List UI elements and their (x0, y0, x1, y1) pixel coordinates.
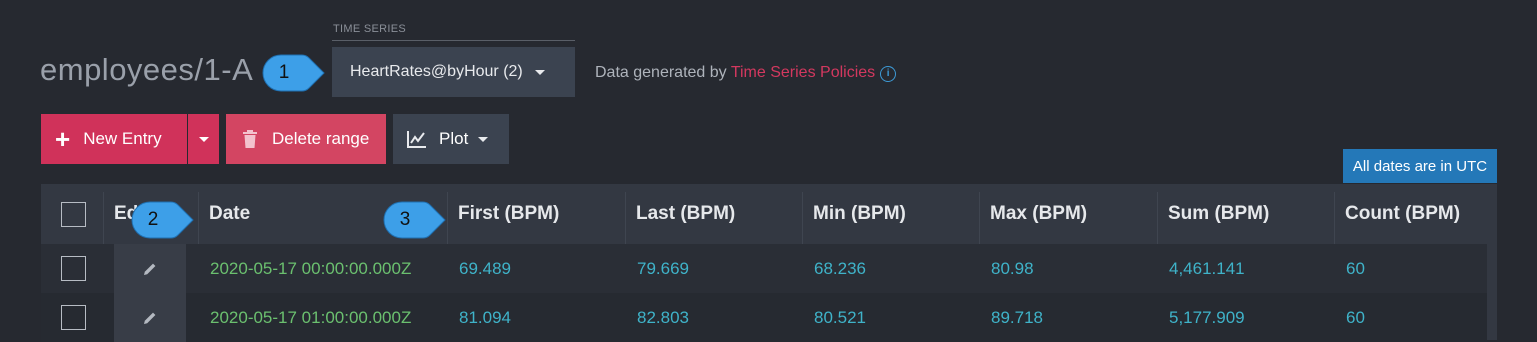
new-entry-dropdown-button[interactable] (188, 114, 219, 164)
max-cell: 89.718 (991, 307, 1043, 327)
time-series-label: TIME SERIES (333, 23, 406, 35)
new-entry-label: New Entry (83, 129, 162, 148)
date-cell: 2020-05-17 00:00:00.000Z (210, 258, 412, 278)
min-cell: 80.521 (814, 307, 866, 327)
row-checkbox[interactable] (61, 256, 86, 281)
chevron-down-icon (534, 69, 545, 75)
info-icon[interactable]: i (880, 66, 897, 82)
time-series-dropdown[interactable]: HeartRates@byHour (2) (332, 47, 575, 97)
edit-button[interactable] (114, 293, 186, 342)
last-cell: 82.803 (637, 307, 689, 327)
utc-badge: All dates are in UTC (1343, 149, 1497, 183)
new-entry-button[interactable]: + New Entry (41, 114, 187, 164)
edit-button[interactable] (114, 244, 186, 293)
pencil-icon (144, 263, 156, 275)
plus-icon: + (55, 124, 71, 154)
time-series-selected: HeartRates@byHour (2) (350, 63, 523, 80)
callout-number: 3 (399, 209, 411, 230)
count-cell: 60 (1346, 258, 1365, 278)
time-series-divider (332, 40, 575, 41)
chevron-down-icon (198, 136, 209, 142)
chevron-down-icon (478, 136, 489, 142)
first-cell: 81.094 (459, 307, 511, 327)
table-row: 2020-05-17 01:00:00.000Z 81.094 82.803 8… (41, 293, 1487, 342)
count-cell: 60 (1346, 307, 1365, 327)
row-select-cell (61, 293, 86, 342)
column-header-count[interactable]: Count (BPM) (1334, 184, 1497, 244)
table-row: 2020-05-17 00:00:00.000Z 69.489 79.669 6… (41, 244, 1487, 293)
pencil-icon (144, 312, 156, 324)
trash-icon (243, 130, 257, 148)
callout-badge-2: 2 (131, 201, 195, 239)
sum-cell: 4,461.141 (1169, 258, 1245, 278)
line-chart-icon (407, 131, 426, 148)
time-series-policies-link[interactable]: Time Series Policies (731, 64, 875, 81)
column-header-last[interactable]: Last (BPM) (625, 184, 802, 244)
delete-range-label: Delete range (272, 129, 370, 148)
row-select-cell (61, 244, 86, 293)
document-title: employees/1-A (40, 52, 254, 87)
max-cell: 80.98 (991, 258, 1034, 278)
plot-button[interactable]: Plot (393, 114, 509, 164)
last-cell: 79.669 (637, 258, 689, 278)
callout-badge-3: 3 (383, 201, 447, 239)
data-source-info: Data generated by Time Series Policies i (595, 64, 897, 82)
info-prefix: Data generated by (595, 64, 731, 81)
column-header-max[interactable]: Max (BPM) (979, 184, 1157, 244)
select-all-checkbox[interactable] (61, 201, 86, 227)
column-header-first[interactable]: First (BPM) (447, 184, 625, 244)
column-header-sum[interactable]: Sum (BPM) (1157, 184, 1334, 244)
first-cell: 69.489 (459, 258, 511, 278)
date-cell: 2020-05-17 01:00:00.000Z (210, 307, 412, 327)
column-header-min[interactable]: Min (BPM) (802, 184, 979, 244)
callout-number: 1 (278, 62, 290, 83)
callout-badge-1: 1 (262, 54, 326, 92)
sum-cell: 5,177.909 (1169, 307, 1245, 327)
time-series-table: Ed Date First (BPM) Last (BPM) Min (BPM)… (41, 184, 1497, 342)
plot-label: Plot (439, 129, 469, 148)
delete-range-button[interactable]: Delete range (226, 114, 386, 164)
callout-number: 2 (147, 209, 159, 230)
min-cell: 68.236 (814, 258, 866, 278)
row-checkbox[interactable] (61, 305, 86, 330)
